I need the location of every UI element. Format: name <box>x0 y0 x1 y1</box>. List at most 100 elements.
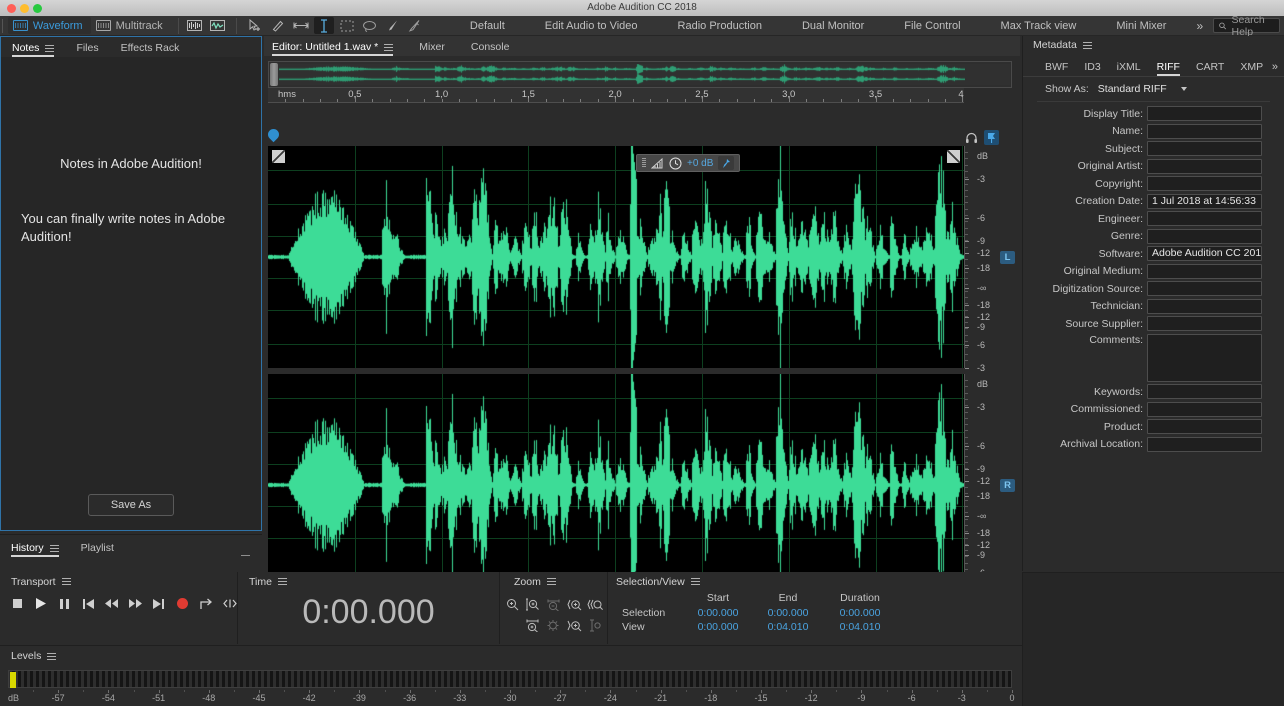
tab-mixer[interactable]: Mixer <box>419 41 445 56</box>
metadata-field-input[interactable] <box>1147 141 1262 156</box>
editor-panel-menu-icon[interactable] <box>384 44 393 51</box>
zoom-in-amplitude-icon[interactable] <box>503 595 522 614</box>
metadata-field-input[interactable] <box>1147 281 1262 296</box>
metadata-field-input[interactable] <box>1147 159 1262 174</box>
tab-files[interactable]: Files <box>76 42 98 57</box>
tab-notes[interactable]: Notes <box>12 42 54 57</box>
show-as-select[interactable]: Standard RIFF <box>1096 82 1191 96</box>
metadata-field-input[interactable] <box>1147 334 1262 382</box>
rewind-button[interactable] <box>104 596 119 611</box>
waveform-channel-left[interactable] <box>268 146 964 368</box>
waveform-display[interactable] <box>268 146 964 598</box>
collapse-panel-icon[interactable] <box>241 555 250 556</box>
workspace-tab-edit-audio-to-video[interactable]: Edit Audio to Video <box>525 16 658 36</box>
metadata-field-input[interactable] <box>1147 229 1262 244</box>
move-tool-icon[interactable] <box>245 17 265 34</box>
show-spectral-pitch-icon[interactable] <box>208 17 228 34</box>
transport-panel-menu-icon[interactable] <box>62 578 71 585</box>
channel-badge-right[interactable]: R <box>1000 479 1015 492</box>
zoom-to-selection-icon[interactable] <box>524 616 543 635</box>
metadata-field-input[interactable] <box>1147 437 1262 452</box>
metadata-field-input[interactable] <box>1147 316 1262 331</box>
view-start-value[interactable]: 0:00.000 <box>682 620 754 634</box>
zoom-navigator[interactable] <box>268 61 1012 88</box>
metadata-panel-menu-icon[interactable] <box>1083 42 1092 49</box>
lasso-selection-icon[interactable] <box>360 17 380 34</box>
metadata-more-icon[interactable]: » <box>1272 61 1278 76</box>
tab-effects-rack[interactable]: Effects Rack <box>121 42 180 57</box>
slip-tool-icon[interactable] <box>268 17 288 34</box>
record-button[interactable] <box>175 596 190 611</box>
paintbrush-selection-icon[interactable] <box>383 17 403 34</box>
clip-gain-value[interactable]: +0 dB <box>687 158 713 169</box>
metadata-field-input[interactable] <box>1147 419 1262 434</box>
metadata-field-input[interactable]: Adobe Audition CC 2018.1 <box>1147 246 1262 261</box>
zoom-in-at-in-point-icon[interactable] <box>565 595 584 614</box>
loop-playback-button[interactable] <box>199 596 214 611</box>
metadata-field-input[interactable]: 1 Jul 2018 at 14:56:33 <box>1147 194 1262 209</box>
waveform-channel-right[interactable] <box>268 374 964 596</box>
zoom-to-selection-right-icon[interactable] <box>585 616 604 635</box>
selection-view-panel-menu-icon[interactable] <box>691 578 700 585</box>
marker-icon[interactable] <box>984 130 999 145</box>
clip-indicator[interactable] <box>10 672 16 688</box>
metadata-field-input[interactable] <box>1147 211 1262 226</box>
levels-panel-menu-icon[interactable] <box>47 653 56 660</box>
workspace-more-icon[interactable]: » <box>1186 19 1213 33</box>
metadata-field-input[interactable] <box>1147 124 1262 139</box>
move-playhead-to-next-button[interactable] <box>152 596 167 611</box>
view-end-value[interactable]: 0:04.010 <box>754 620 822 634</box>
metadata-tab-id3[interactable]: ID3 <box>1084 61 1100 76</box>
metadata-field-input[interactable] <box>1147 402 1262 417</box>
metadata-field-input[interactable] <box>1147 384 1262 399</box>
pin-icon[interactable] <box>718 156 734 170</box>
zoom-out-time-icon[interactable] <box>585 595 604 614</box>
workspace-tab-dual-monitor[interactable]: Dual Monitor <box>782 16 884 36</box>
workspace-tab-file-control[interactable]: File Control <box>884 16 980 36</box>
time-selection-range-icon[interactable] <box>291 17 311 34</box>
tab-history[interactable]: History <box>11 542 59 557</box>
time-selection-icon[interactable] <box>314 17 334 34</box>
view-duration-value[interactable]: 0:04.010 <box>822 620 898 634</box>
mode-multitrack-button[interactable]: Multitrack <box>91 17 171 34</box>
search-help-field[interactable]: Search Help <box>1213 18 1280 33</box>
level-meter[interactable] <box>8 670 1012 688</box>
spot-healing-brush-icon[interactable] <box>406 17 426 34</box>
selection-duration-value[interactable]: 0:00.000 <box>822 606 898 620</box>
selection-start-value[interactable]: 0:00.000 <box>682 606 754 620</box>
time-display[interactable]: 0:00.000 <box>238 593 499 632</box>
workspace-tab-mini-mixer[interactable]: Mini Mixer <box>1096 16 1186 36</box>
headphones-icon[interactable] <box>964 130 979 145</box>
workspace-tab-max-track-view[interactable]: Max Track view <box>981 16 1097 36</box>
show-spectral-frequency-icon[interactable] <box>185 17 205 34</box>
metadata-tab-bwf[interactable]: BWF <box>1045 61 1068 76</box>
workspace-tab-radio-production[interactable]: Radio Production <box>658 16 782 36</box>
skip-selection-button[interactable] <box>222 596 237 611</box>
channel-right-resize-handle[interactable] <box>947 150 960 163</box>
channel-badge-left[interactable]: L <box>1000 251 1015 264</box>
clip-gain-hud[interactable]: +0 dB <box>636 154 740 172</box>
marquee-selection-icon[interactable] <box>337 17 357 34</box>
playhead-marker[interactable] <box>266 127 282 143</box>
stop-button[interactable] <box>10 596 25 611</box>
toolbar-grip[interactable] <box>2 19 4 33</box>
metadata-tab-riff[interactable]: RIFF <box>1157 61 1180 76</box>
zoom-in-at-out-point-icon[interactable] <box>565 616 584 635</box>
zoom-out-full-icon[interactable] <box>544 616 563 635</box>
metadata-tab-xmp[interactable]: XMP <box>1240 61 1263 76</box>
metadata-tab-cart[interactable]: CART <box>1196 61 1224 76</box>
workspace-tab-default[interactable]: Default <box>450 16 525 36</box>
hud-grip-icon[interactable] <box>642 158 646 168</box>
metadata-field-input[interactable] <box>1147 106 1262 121</box>
metadata-field-input[interactable] <box>1147 176 1262 191</box>
move-playhead-to-previous-button[interactable] <box>81 596 96 611</box>
tab-console[interactable]: Console <box>471 41 510 56</box>
zoom-out-amplitude-icon[interactable] <box>544 595 563 614</box>
fast-forward-button[interactable] <box>128 596 143 611</box>
time-panel-menu-icon[interactable] <box>278 578 287 585</box>
mode-waveform-button[interactable]: Waveform <box>8 17 91 34</box>
save-as-button[interactable]: Save As <box>88 494 174 516</box>
zoom-navigator-handle[interactable] <box>270 63 278 86</box>
tab-playlist[interactable]: Playlist <box>81 542 114 557</box>
zoom-in-time-icon[interactable] <box>524 595 543 614</box>
